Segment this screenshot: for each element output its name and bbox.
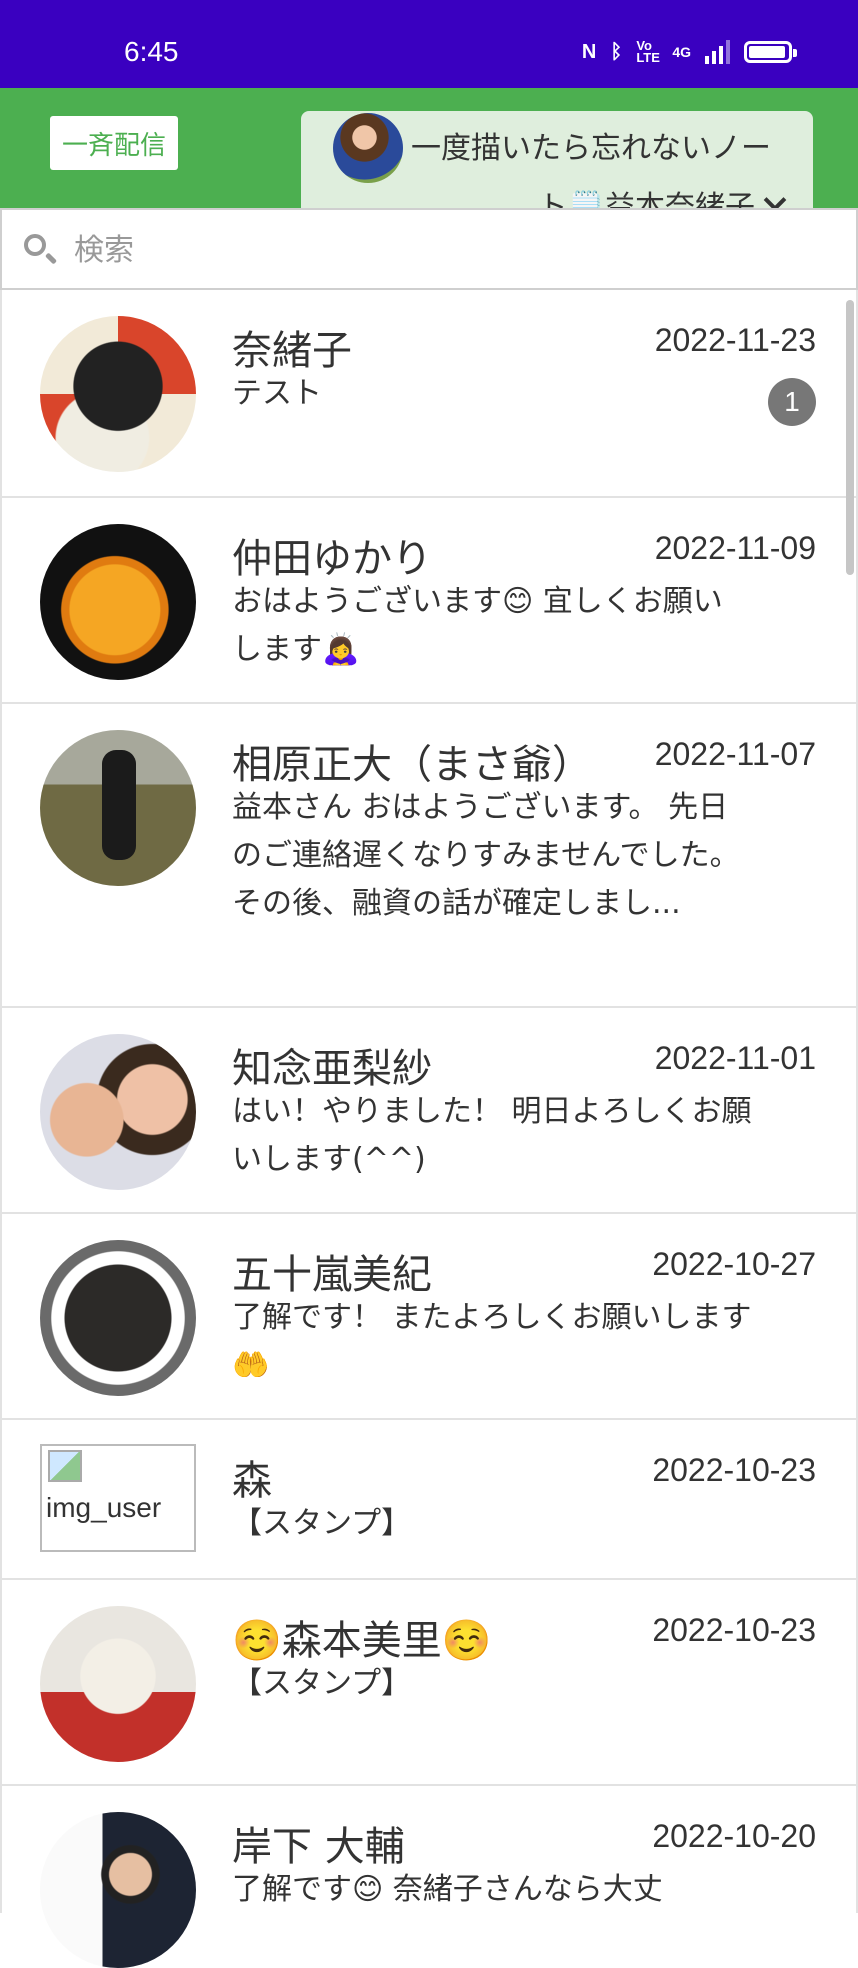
kumamon-avatar xyxy=(40,316,196,472)
account-avatar xyxy=(333,113,403,183)
chat-message: テスト xyxy=(232,376,322,411)
dog-avatar xyxy=(40,1606,196,1762)
avatar-alt-text: img_user xyxy=(46,1492,162,1523)
bluetooth-icon: ᛒ xyxy=(610,40,623,63)
selfie-avatar xyxy=(40,1034,196,1190)
chat-name: 仲田ゆかり xyxy=(232,536,432,582)
status-time: 6:45 xyxy=(124,36,179,67)
chat-message: はい！やりました！ 明日よろしくお願いします(^^) xyxy=(232,1094,752,1177)
search-input[interactable] xyxy=(72,224,836,276)
chat-name: 相原正大（まさ爺） xyxy=(232,742,592,788)
chat-item[interactable]: 岸下 大輔 2022-10-20 了解です😊 奈緒子さんなら大丈 xyxy=(0,1786,858,1968)
nfc-icon: N xyxy=(581,40,597,63)
chat-date: 2022-10-23 xyxy=(652,1452,816,1488)
chat-item[interactable]: 五十嵐美紀 2022-10-27 了解です！ またよろしくお願いします🤲 xyxy=(0,1214,858,1420)
battery-icon xyxy=(744,41,797,63)
broadcast-button[interactable]: 一斉配信 xyxy=(50,116,178,170)
chat-date: 2022-10-27 xyxy=(652,1246,816,1282)
status-bar: 6:45 N ᛒ Vo LTE 4G xyxy=(0,0,858,88)
search-bar xyxy=(0,208,858,290)
chat-item[interactable]: 相原正大（まさ爺） 2022-11-07 益本さん おはようございます。 先日の… xyxy=(0,704,858,1008)
chat-date: 2022-10-20 xyxy=(652,1818,816,1854)
chat-name: 森 xyxy=(232,1458,272,1504)
chat-message: 【スタンプ】 xyxy=(232,1506,412,1541)
chat-name: 五十嵐美紀 xyxy=(232,1252,432,1298)
status-icons: N ᛒ Vo LTE 4G xyxy=(581,38,797,65)
battery-fill xyxy=(749,46,785,58)
broken-image-avatar: img_user xyxy=(40,1444,196,1552)
chat-name: 岸下 大輔 xyxy=(232,1824,405,1870)
chat-name: 知念亜梨紗 xyxy=(232,1046,432,1092)
signal-4g-icon: 4G xyxy=(672,44,691,60)
chat-message: 益本さん おはようございます。 先日のご連絡遅くなりすみませんでした。 その後、… xyxy=(232,790,740,921)
chat-item[interactable]: 仲田ゆかり 2022-11-09 おはようございます😊 宜しくお願いします🙇‍♀… xyxy=(0,498,858,704)
chat-message: 【スタンプ】 xyxy=(232,1666,412,1701)
frame-avatar xyxy=(40,1240,196,1396)
chat-date: 2022-11-09 xyxy=(654,530,816,566)
chat-date: 2022-11-01 xyxy=(654,1040,816,1076)
chat-date: 2022-11-23 xyxy=(654,322,816,358)
runner-avatar xyxy=(40,730,196,886)
account-name-line1: 一度描いたら忘れないノー xyxy=(411,131,771,166)
volte-icon: Vo LTE xyxy=(636,38,660,65)
chat-name: 奈緒子 xyxy=(232,328,352,374)
unread-badge: 1 xyxy=(768,378,816,426)
search-icon xyxy=(24,234,46,256)
app-header: 一斉配信 一度描いたら忘れないノー ト🗒️益本奈緒子 xyxy=(0,88,858,228)
chat-date: 2022-11-07 xyxy=(654,736,816,772)
chat-list: 奈緒子 2022-11-23 テスト 1 仲田ゆかり 2022-11-09 おは… xyxy=(0,290,858,1968)
chat-item[interactable]: ☺️森本美里☺️ 2022-10-23 【スタンプ】 xyxy=(0,1580,858,1786)
chat-date: 2022-10-23 xyxy=(652,1612,816,1648)
chat-item[interactable]: 奈緒子 2022-11-23 テスト 1 xyxy=(0,290,858,498)
chat-item[interactable]: 知念亜梨紗 2022-11-01 はい！やりました！ 明日よろしくお願いします(… xyxy=(0,1008,858,1214)
man-avatar xyxy=(40,1812,196,1968)
cat-avatar xyxy=(40,524,196,680)
chat-name: ☺️森本美里☺️ xyxy=(232,1618,492,1664)
broken-image-icon xyxy=(48,1450,82,1482)
signal-bars-icon xyxy=(705,40,730,64)
scrollbar[interactable] xyxy=(846,300,854,575)
chat-message: おはようございます😊 宜しくお願いします🙇‍♀️ xyxy=(232,584,723,667)
chat-item[interactable]: img_user 森 2022-10-23 【スタンプ】 xyxy=(0,1420,858,1580)
chat-message: 了解です！ またよろしくお願いします🤲 xyxy=(232,1300,752,1383)
